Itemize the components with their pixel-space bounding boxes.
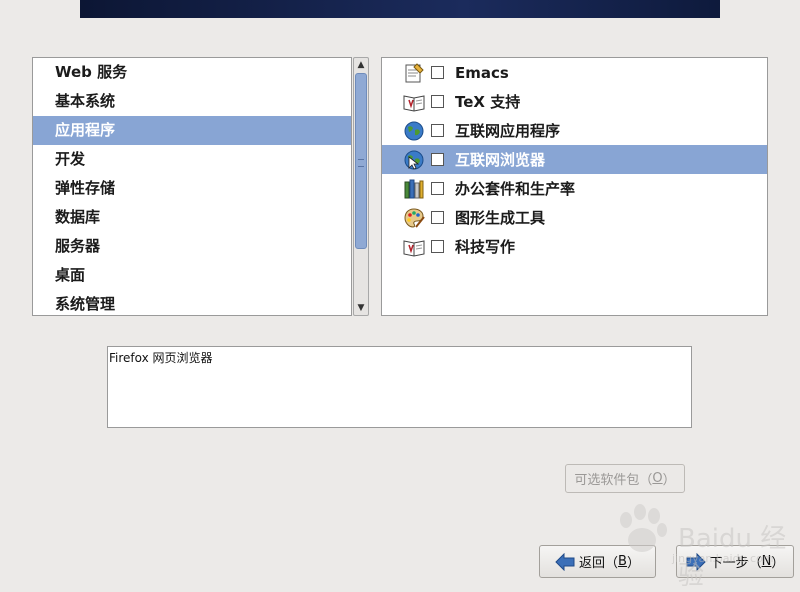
arrow-right-icon	[686, 552, 706, 571]
scrollbar-thumb[interactable]	[355, 73, 367, 249]
group-item-label: 数据库	[55, 208, 101, 226]
books-icon	[403, 178, 425, 200]
package-item[interactable]: 互联网浏览器	[382, 145, 767, 174]
package-item-label: 互联网浏览器	[455, 151, 546, 169]
package-checkbox[interactable]	[431, 240, 444, 253]
optional-button-label: 可选软件包（	[574, 473, 653, 488]
open-book-icon	[403, 91, 425, 113]
grip-icon	[358, 159, 364, 167]
package-checkbox[interactable]	[431, 153, 444, 166]
group-item-label: 桌面	[55, 266, 86, 284]
header-banner	[80, 0, 720, 18]
group-item-label: 弹性存储	[55, 179, 116, 197]
package-item-label: 科技写作	[455, 238, 516, 256]
package-item[interactable]: 互联网应用程序	[382, 116, 767, 145]
back-button-suffix: ）	[626, 556, 640, 571]
next-button-suffix: ）	[771, 556, 785, 571]
package-item-label: 办公套件和生产率	[455, 180, 576, 198]
description-text: Firefox 网页浏览器	[109, 351, 213, 365]
group-item[interactable]: 基本系统	[33, 87, 351, 116]
group-list-scrollbar[interactable]: ▲ ▼	[353, 57, 369, 316]
group-item-label: 开发	[55, 150, 86, 168]
next-button-label: 下一步（	[709, 556, 762, 571]
group-item[interactable]: 数据库	[33, 203, 351, 232]
group-item-label: 系统管理	[55, 295, 116, 313]
package-item[interactable]: 办公套件和生产率	[382, 174, 767, 203]
back-button[interactable]: 返回（ B）	[539, 545, 656, 578]
open-book-icon	[403, 236, 425, 258]
globe-icon	[403, 120, 425, 142]
group-list[interactable]: Web 服务 基本系统应用程序开发弹性存储数据库服务器桌面系统管理	[32, 57, 352, 316]
optional-button-suffix: ）	[662, 473, 676, 488]
group-item-label: 服务器	[55, 237, 101, 255]
group-item-label: Web 服务	[55, 63, 128, 81]
package-item-label: TeX 支持	[455, 93, 521, 111]
palette-icon	[403, 207, 425, 229]
globe-cursor-icon	[403, 149, 425, 171]
package-checkbox[interactable]	[431, 66, 444, 79]
package-item-label: Emacs	[455, 63, 509, 82]
package-item[interactable]: 科技写作	[382, 232, 767, 261]
scroll-up-arrow-icon[interactable]: ▲	[354, 58, 368, 72]
back-button-mnemonic: B	[618, 554, 627, 569]
group-item[interactable]: 系统管理	[33, 290, 351, 319]
package-item-label: 互联网应用程序	[455, 122, 561, 140]
package-checkbox[interactable]	[431, 95, 444, 108]
package-checkbox[interactable]	[431, 124, 444, 137]
group-item-label: 应用程序	[55, 121, 116, 139]
group-item[interactable]: 应用程序	[33, 116, 351, 145]
group-item[interactable]: Web 服务	[33, 58, 351, 87]
group-item-label: 基本系统	[55, 92, 116, 110]
package-item-label: 图形生成工具	[455, 209, 546, 227]
scroll-down-arrow-icon[interactable]: ▼	[354, 301, 368, 315]
package-description: Firefox 网页浏览器	[107, 346, 692, 428]
package-item[interactable]: TeX 支持	[382, 87, 767, 116]
back-button-label: 返回（	[579, 556, 619, 571]
package-item[interactable]: 图形生成工具	[382, 203, 767, 232]
group-item[interactable]: 桌面	[33, 261, 351, 290]
package-checkbox[interactable]	[431, 182, 444, 195]
package-list[interactable]: Emacs TeX 支持互联网应用程序 互联网浏览器办公套件和生产率 图形生成工具 科技…	[381, 57, 768, 316]
group-item[interactable]: 弹性存储	[33, 174, 351, 203]
package-item[interactable]: Emacs	[382, 58, 767, 87]
group-item[interactable]: 开发	[33, 145, 351, 174]
optional-button-mnemonic: O	[652, 471, 663, 486]
next-button[interactable]: 下一步（ N）	[676, 545, 794, 578]
package-checkbox[interactable]	[431, 211, 444, 224]
group-item[interactable]: 服务器	[33, 232, 351, 261]
optional-packages-button[interactable]: 可选软件包（ O）	[565, 464, 685, 493]
arrow-left-icon	[555, 552, 575, 571]
notepad-icon	[403, 62, 425, 84]
next-button-mnemonic: N	[761, 554, 772, 569]
